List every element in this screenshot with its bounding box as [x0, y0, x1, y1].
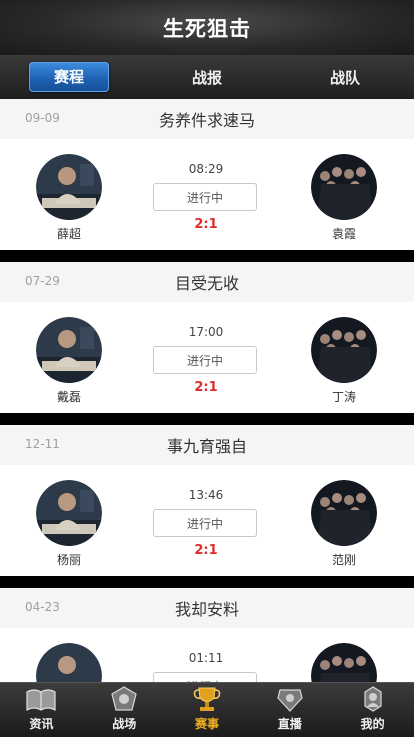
app-header: 生死狙击: [0, 0, 414, 55]
match-time: 01:11: [188, 651, 224, 665]
match-body: 杨丽 13:46 进行中 2:1 范刚: [0, 465, 414, 576]
bottom-nav: 资讯 战场 赛事 直播 我的: [0, 682, 414, 737]
match-body: 薛超 08:29 进行中 2:1 袁霞: [0, 139, 414, 250]
match-status-button[interactable]: 进行中: [153, 346, 257, 374]
match-status-button[interactable]: 进行中: [153, 509, 257, 537]
match-date: 07-29: [25, 274, 60, 288]
nav-live[interactable]: 直播: [248, 683, 331, 737]
match-header: 04-23 我却安料: [0, 588, 414, 628]
tab-bar: 赛程 战报 战队: [0, 55, 414, 100]
team-avatar: [311, 480, 377, 546]
player-avatar: [36, 317, 102, 383]
tab-reports[interactable]: 战报: [138, 55, 276, 99]
battlefield-badge-icon: [111, 686, 137, 711]
nav-news[interactable]: 资讯: [0, 683, 83, 737]
tab-teams[interactable]: 战队: [276, 55, 414, 99]
match-header: 12-11 事九育强自: [0, 425, 414, 465]
team-avatar: [311, 317, 377, 383]
team-left[interactable]: 杨丽: [34, 480, 104, 568]
team-left-name: 杨丽: [56, 553, 81, 567]
player-avatar: [36, 480, 102, 546]
nav-battlefield[interactable]: 战场: [83, 683, 166, 737]
trophy-icon: [193, 687, 221, 711]
match-center: 13:46 进行中 2:1: [153, 487, 259, 558]
match-status-button[interactable]: 进行中: [153, 183, 257, 211]
match-title: 事九育强自: [166, 437, 247, 456]
match-title: 我却安料: [174, 600, 239, 619]
divider: [0, 413, 414, 425]
book-icon: [26, 689, 56, 712]
match-time: 17:00: [188, 325, 224, 339]
nav-profile-label: 我的: [360, 717, 385, 731]
team-right-name: 范刚: [331, 553, 356, 567]
match-card[interactable]: 07-29 目受无收 戴磊 17:00 进行中 2:1 丁涛: [0, 262, 414, 425]
match-title: 目受无收: [174, 274, 239, 293]
nav-profile[interactable]: 我的: [331, 683, 414, 737]
match-date: 09-09: [25, 111, 60, 125]
match-center: 17:00 进行中 2:1: [153, 324, 259, 395]
match-date: 12-11: [25, 437, 60, 451]
page-title: 生死狙击: [163, 16, 251, 41]
team-left-name: 戴磊: [56, 390, 81, 404]
match-time: 13:46: [188, 488, 224, 502]
match-body: 戴磊 17:00 进行中 2:1 丁涛: [0, 302, 414, 413]
nav-events[interactable]: 赛事: [166, 683, 249, 737]
match-list: 09-09 务养件求速马 薛超 08:29 进行中 2:1 袁霞 07-29 目…: [0, 99, 414, 751]
player-avatar: [36, 154, 102, 220]
match-card[interactable]: 09-09 务养件求速马 薛超 08:29 进行中 2:1 袁霞: [0, 99, 414, 262]
tab-schedule-label: 赛程: [29, 62, 109, 92]
team-left[interactable]: 薛超: [34, 154, 104, 242]
team-left-name: 薛超: [56, 227, 81, 241]
team-right[interactable]: 丁涛: [309, 317, 379, 405]
match-score: 2:1: [194, 543, 218, 558]
nav-battlefield-label: 战场: [112, 717, 137, 731]
match-header: 07-29 目受无收: [0, 262, 414, 302]
match-date: 04-23: [25, 600, 60, 614]
match-title: 务养件求速马: [158, 111, 255, 130]
match-center: 08:29 进行中 2:1: [153, 161, 259, 232]
match-score: 2:1: [194, 217, 218, 232]
team-right[interactable]: 袁霞: [309, 154, 379, 242]
divider: [0, 576, 414, 588]
team-right-name: 丁涛: [331, 390, 356, 404]
divider: [0, 250, 414, 262]
team-right-name: 袁霞: [331, 227, 356, 241]
tab-schedule[interactable]: 赛程: [0, 55, 138, 99]
team-avatar: [311, 154, 377, 220]
tab-teams-label: 战队: [329, 68, 360, 87]
match-card[interactable]: 12-11 事九育强自 杨丽 13:46 进行中 2:1 范刚: [0, 425, 414, 588]
match-header: 09-09 务养件求速马: [0, 99, 414, 139]
team-right[interactable]: 范刚: [309, 480, 379, 568]
team-left[interactable]: 戴磊: [34, 317, 104, 405]
nav-live-label: 直播: [277, 717, 302, 731]
match-score: 2:1: [194, 380, 218, 395]
nav-events-label: 赛事: [194, 717, 219, 731]
tab-reports-label: 战报: [191, 68, 222, 87]
live-badge-icon: [277, 689, 303, 712]
profile-badge-icon: [363, 686, 382, 712]
match-time: 08:29: [188, 162, 224, 176]
nav-news-label: 资讯: [29, 717, 54, 731]
